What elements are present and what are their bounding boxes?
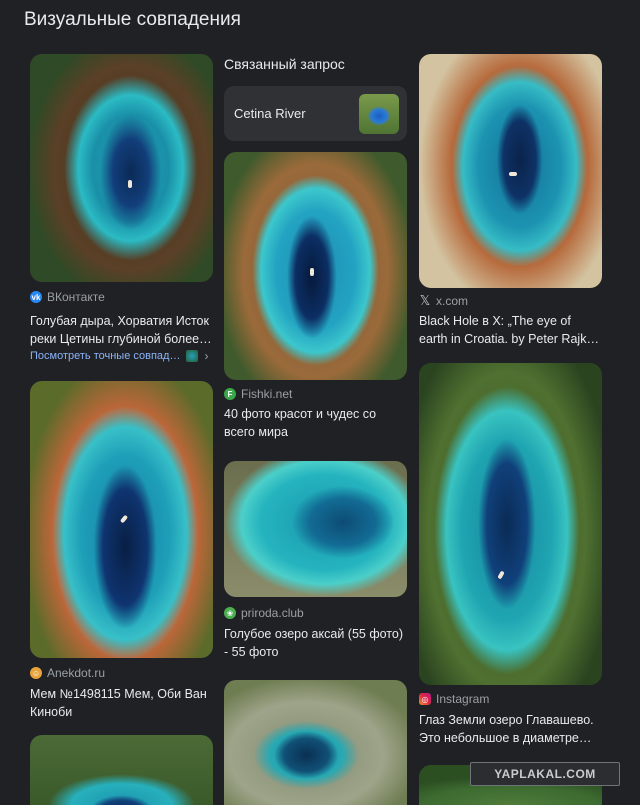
result-caption-3[interactable]: 40 фото красот и чудес со всего мира: [224, 405, 410, 441]
caption-line: Киноби: [30, 705, 73, 719]
result-caption-6[interactable]: Глаз Земли озеро Главашево. Это небольшо…: [419, 711, 605, 747]
fishki-icon: F: [224, 388, 236, 400]
swimmer-marker: [310, 268, 314, 276]
swimmer-marker: [119, 514, 129, 524]
related-query-chip[interactable]: Cetina River: [224, 86, 407, 141]
watermark: YAPLAKAL.COM: [470, 762, 620, 786]
result-image-5[interactable]: [224, 461, 407, 597]
source-name: Instagram: [436, 692, 490, 706]
result-caption-4[interactable]: Голубое озеро аксай (55 фото) - 55 фото: [224, 625, 410, 661]
source-name: Fishki.net: [241, 387, 293, 401]
result-caption-1[interactable]: Голубая дыра, Хорватия Исток реки Цетины…: [30, 312, 216, 348]
swimmer-marker: [497, 570, 505, 580]
page-title: Визуальные совпадения: [24, 9, 241, 30]
result-source-6[interactable]: ◎ Instagram: [419, 692, 489, 706]
caption-line: всего мира: [224, 425, 288, 439]
result-image-6[interactable]: [224, 680, 407, 805]
caption-line: Глаз Земли озеро Главашево.: [419, 713, 594, 727]
caption-line: Black Hole в X: „The eye of: [419, 314, 571, 328]
caption-line: 40 фото красот и чудес со: [224, 407, 377, 421]
source-name: priroda.club: [241, 606, 304, 620]
priroda-icon: ❀: [224, 607, 236, 619]
result-image-8[interactable]: [419, 363, 602, 685]
source-name: x.com: [436, 294, 469, 308]
caption-line: Голубое озеро аксай (55 фото): [224, 627, 403, 641]
anekdot-icon: ☺: [30, 667, 42, 679]
result-image-3[interactable]: [30, 735, 213, 805]
result-source-5[interactable]: 𝕏 x.com: [419, 293, 468, 309]
result-image-1[interactable]: [30, 54, 213, 282]
result-source-3[interactable]: F Fishki.net: [224, 387, 292, 401]
caption-line: Это небольшое в диаметре…: [419, 731, 592, 745]
caption-line: Голубая дыра, Хорватия Исток: [30, 314, 209, 328]
result-image-7[interactable]: [419, 54, 602, 288]
result-source-4[interactable]: ❀ priroda.club: [224, 606, 304, 620]
result-caption-2[interactable]: Мем №1498115 Мем, Оби Ван Киноби: [30, 685, 216, 721]
boat-marker: [128, 180, 132, 188]
result-caption-5[interactable]: Black Hole в X: „The eye of earth in Cro…: [419, 312, 605, 348]
swimmer-marker: [509, 172, 517, 176]
source-name: Anekdot.ru: [47, 666, 106, 680]
thumbnail-icon: [186, 350, 199, 362]
result-image-4[interactable]: [224, 152, 407, 380]
chevron-right-icon: ›: [204, 349, 209, 363]
exact-matches-link[interactable]: Посмотреть точные совпад… ›: [30, 349, 208, 363]
caption-line: - 55 фото: [224, 645, 279, 659]
result-source-2[interactable]: ☺ Anekdot.ru: [30, 666, 105, 680]
x-icon: 𝕏: [419, 293, 431, 308]
caption-line: earth in Croatia. by Peter Rajk…: [419, 332, 599, 346]
result-source-1[interactable]: vk ВКонтакте: [30, 290, 105, 304]
vk-icon: vk: [30, 291, 42, 303]
caption-line: Мем №1498115 Мем, Оби Ван: [30, 687, 207, 701]
related-query-thumbnail: [359, 94, 399, 134]
instagram-icon: ◎: [419, 693, 431, 705]
caption-line: реки Цетины глубиной более…: [30, 332, 212, 346]
exact-matches-label: Посмотреть точные совпад…: [30, 350, 181, 362]
related-query-heading: Связанный запрос: [224, 56, 345, 72]
result-image-2[interactable]: [30, 381, 213, 658]
related-query-label: Cetina River: [234, 106, 306, 121]
source-name: ВКонтакте: [47, 290, 105, 304]
